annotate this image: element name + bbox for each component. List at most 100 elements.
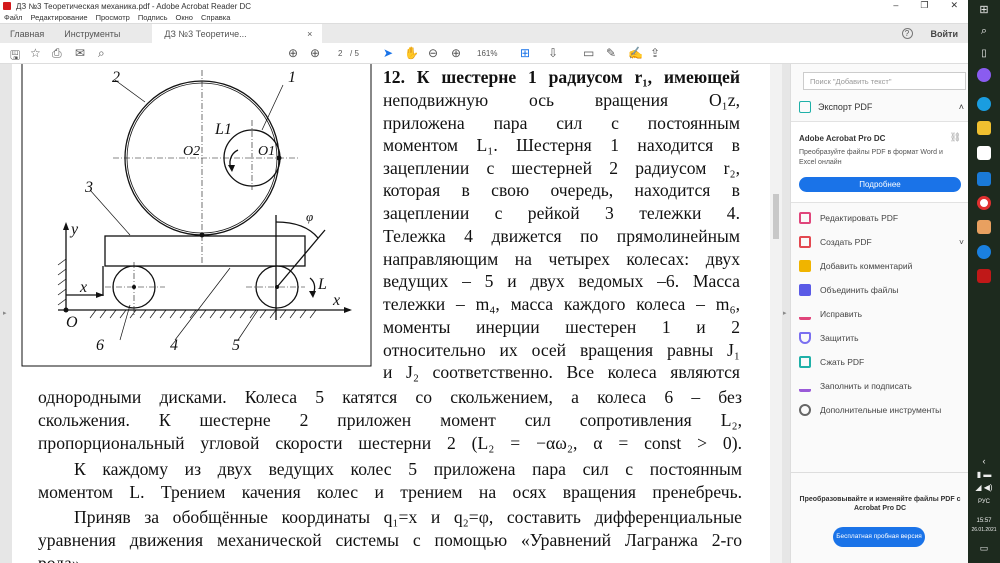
login-button[interactable]: Войти bbox=[931, 29, 958, 39]
chevron-up-icon[interactable]: ˄ bbox=[959, 102, 964, 112]
scrollbar-thumb[interactable] bbox=[773, 194, 779, 239]
app-icon[interactable] bbox=[977, 68, 991, 82]
menu-sign[interactable]: Подпись bbox=[138, 13, 168, 22]
document-area[interactable]: ▸ 2 1 L1 O2 O1 3 y φ x L x O 6 4 5 12. К… bbox=[0, 64, 790, 563]
text-line: Тележка 4 движется по прямолинейным bbox=[383, 226, 740, 246]
vertical-scrollbar[interactable] bbox=[770, 64, 782, 563]
mic-battery-icon[interactable]: ▮ ▬ bbox=[968, 470, 1000, 479]
language-indicator[interactable]: РУС bbox=[968, 499, 1000, 505]
prev-page-icon[interactable]: ⊕︎ bbox=[288, 46, 298, 60]
restore-button[interactable]: ❐ bbox=[920, 0, 928, 11]
tab-home[interactable]: Главная bbox=[0, 29, 54, 39]
tool-protect[interactable]: Защитить bbox=[799, 332, 859, 344]
comment-icon[interactable]: ▭ bbox=[583, 46, 594, 60]
search-zoom-icon[interactable]: ⌕ bbox=[98, 46, 105, 61]
tool-edit-pdf[interactable]: Редактировать PDF bbox=[799, 212, 898, 224]
hand-tool-icon[interactable]: ✋ bbox=[404, 46, 419, 60]
tool-compress-pdf[interactable]: Сжать PDF bbox=[799, 356, 864, 368]
label-phi: φ bbox=[306, 209, 313, 224]
tool-label: Сжать PDF bbox=[820, 357, 865, 367]
scroll-mode-icon[interactable]: ⇩ bbox=[548, 46, 558, 60]
search-icon[interactable]: ⌕ bbox=[968, 25, 1000, 38]
menu-window[interactable]: Окно bbox=[176, 13, 193, 22]
pdf-page: 2 1 L1 O2 O1 3 y φ x L x O 6 4 5 12. К ш… bbox=[12, 64, 770, 563]
minimize-button[interactable]: – bbox=[893, 0, 898, 11]
tool-create-pdf[interactable]: Создать PDF ˅ bbox=[799, 236, 964, 248]
link-icon: ⛓ bbox=[949, 132, 961, 142]
free-trial-button[interactable]: Бесплатная пробная версия bbox=[833, 527, 925, 547]
label-6: 6 bbox=[96, 337, 104, 354]
text-line: моментом L. Трением качения колес и трен… bbox=[38, 482, 742, 502]
cart-4 bbox=[104, 235, 306, 267]
page-number-input[interactable]: 2 bbox=[338, 49, 342, 58]
network-volume-icon[interactable]: ◢ ◀) bbox=[968, 483, 1000, 492]
tab-document-label: ДЗ №3 Теоретиче... bbox=[164, 28, 247, 39]
tab-close-icon[interactable]: × bbox=[307, 29, 312, 39]
help-icon[interactable]: ? bbox=[901, 28, 913, 39]
store-icon[interactable] bbox=[977, 146, 991, 160]
more-info-button[interactable]: Подробнее bbox=[799, 177, 961, 192]
bookmark-star-icon[interactable]: ☆ bbox=[30, 46, 41, 60]
zoom-in-icon[interactable]: ⊕ bbox=[451, 46, 461, 60]
zoom-level-input[interactable]: 161% bbox=[477, 49, 497, 58]
tool-fill-sign[interactable]: Заполнить и подписать bbox=[799, 380, 912, 392]
tool-label: Исправить bbox=[820, 309, 863, 319]
select-cursor-icon[interactable]: ➤ bbox=[383, 46, 393, 60]
task-view-icon[interactable]: ▯ bbox=[968, 48, 1000, 59]
tool-more-tools[interactable]: Дополнительные инструменты bbox=[799, 404, 941, 416]
label-x-coord: x bbox=[79, 279, 87, 296]
next-page-icon[interactable]: ⊕︎ bbox=[310, 46, 320, 60]
clock-time[interactable]: 15:57 bbox=[968, 518, 1000, 524]
left-panel-toggle-icon[interactable]: ▸ bbox=[3, 309, 7, 317]
text-line: зацеплении с рейкой 3 тележки 4. bbox=[383, 203, 740, 223]
tools-search-input[interactable]: Поиск "Добавить текст" bbox=[803, 72, 966, 90]
app-icon[interactable] bbox=[977, 220, 991, 234]
label-3: 3 bbox=[84, 179, 93, 196]
print-icon[interactable]: ⎙ bbox=[52, 46, 62, 61]
chevron-down-icon[interactable]: ˅ bbox=[959, 237, 964, 247]
tool-label: Дополнительные инструменты bbox=[820, 405, 942, 415]
tab-document[interactable]: ДЗ №3 Теоретиче... × bbox=[152, 23, 323, 44]
tool-label: Защитить bbox=[820, 333, 859, 343]
clock-date[interactable]: 26.01.2021 bbox=[968, 527, 1000, 533]
sign-icon[interactable]: ✍ bbox=[628, 46, 643, 60]
export-pdf-item[interactable]: Экспорт PDF ˄ bbox=[799, 101, 964, 113]
highlight-icon[interactable]: ✎ bbox=[606, 46, 616, 60]
export-promo: Adobe Acrobat Pro DC ⛓ Преобразуйте файл… bbox=[791, 121, 969, 203]
notifications-icon[interactable]: ▭ bbox=[968, 543, 1000, 554]
zoom-out-icon[interactable]: ⊖ bbox=[428, 46, 438, 60]
tool-combine-files[interactable]: Объединить файлы bbox=[799, 284, 898, 296]
text-line: неподвижную ось вращения O₁z, bbox=[383, 90, 740, 110]
tool-fix[interactable]: Исправить bbox=[799, 308, 862, 320]
edit-pdf-icon bbox=[799, 212, 811, 224]
menu-view[interactable]: Просмотр bbox=[96, 13, 130, 22]
mechanism-figure: 2 1 L1 O2 O1 3 y φ x L x O 6 4 5 bbox=[21, 64, 372, 367]
right-panel-toggle-icon[interactable]: ▸ bbox=[783, 309, 787, 317]
yandex-browser-icon[interactable] bbox=[977, 196, 991, 210]
edge-icon[interactable] bbox=[977, 97, 991, 111]
tab-tools[interactable]: Инструменты bbox=[54, 29, 130, 39]
title-bar: ДЗ №3 Теоретическая механика.pdf - Adobe… bbox=[0, 0, 968, 12]
fit-page-icon[interactable]: ⊞ bbox=[520, 46, 530, 60]
teamviewer-icon[interactable] bbox=[977, 245, 991, 259]
label-L: L bbox=[317, 276, 327, 293]
mail-icon[interactable] bbox=[977, 172, 991, 186]
text-line: К каждому из двух ведущих колес 5 прилож… bbox=[74, 459, 742, 479]
tool-add-comment[interactable]: Добавить комментарий bbox=[799, 260, 912, 272]
menu-edit[interactable]: Редактирование bbox=[30, 13, 87, 22]
trial-promo: Преобразовывайте и изменяйте файлы PDF с… bbox=[791, 472, 969, 563]
menu-help[interactable]: Справка bbox=[201, 13, 230, 22]
email-icon[interactable]: ✉ bbox=[75, 46, 85, 60]
label-2: 2 bbox=[112, 69, 120, 86]
menu-file[interactable]: Файл bbox=[4, 13, 22, 22]
tray-expand-icon[interactable]: ‹ bbox=[968, 456, 1000, 466]
windows-start-icon[interactable]: ⊞ bbox=[968, 3, 1000, 16]
close-button[interactable]: ✕ bbox=[950, 0, 958, 11]
toolbar: 🖫 ☆ ⎙ ✉ ⌕ ⊕︎ ⊕︎ 2 / 5 ➤ ✋ ⊖ ⊕ 161% ⊞ ⇩ ▭… bbox=[0, 43, 968, 64]
create-pdf-icon bbox=[799, 236, 811, 248]
acrobat-taskbar-icon[interactable] bbox=[977, 269, 991, 283]
share-icon[interactable]: ⇪ bbox=[650, 46, 660, 60]
label-O2: O2 bbox=[183, 144, 200, 159]
text-line: моменты инерции шестерен 1 и 2 bbox=[383, 317, 740, 337]
file-explorer-icon[interactable] bbox=[977, 121, 991, 135]
